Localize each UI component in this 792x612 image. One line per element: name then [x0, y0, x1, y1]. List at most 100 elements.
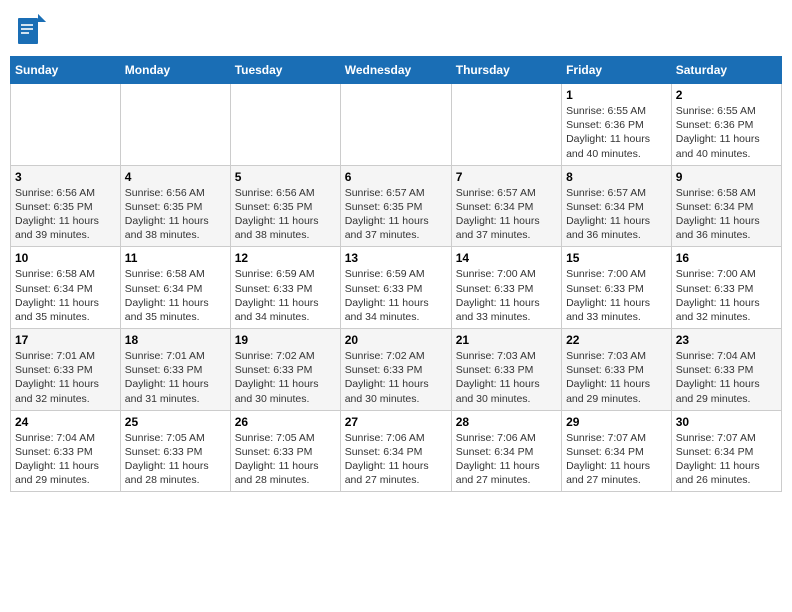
calendar-header-saturday: Saturday [671, 57, 781, 84]
calendar-cell: 1 Sunrise: 6:55 AMSunset: 6:36 PMDaylight… [562, 84, 672, 166]
day-number: 2 [676, 88, 777, 102]
calendar-cell: 13 Sunrise: 6:59 AMSunset: 6:33 PMDayligh… [340, 247, 451, 329]
day-number: 11 [125, 251, 226, 265]
calendar-header-sunday: Sunday [11, 57, 121, 84]
day-number: 8 [566, 170, 667, 184]
calendar-cell: 6Sunrise: 6:57 AMSunset: 6:35 PMDaylight… [340, 165, 451, 247]
day-number: 7 [456, 170, 557, 184]
calendar-cell [120, 84, 230, 166]
day-info: Sunrise: 7:00 AMSunset: 6:33 PMDaylight:… [456, 267, 557, 324]
day-number: 22 [566, 333, 667, 347]
calendar-header-tuesday: Tuesday [230, 57, 340, 84]
day-number: 15 [566, 251, 667, 265]
calendar-cell: 14 Sunrise: 7:00 AMSunset: 6:33 PMDayligh… [451, 247, 561, 329]
calendar-cell: 19 Sunrise: 7:02 AMSunset: 6:33 PMDayligh… [230, 329, 340, 411]
day-number: 21 [456, 333, 557, 347]
calendar-cell: 5 Sunrise: 6:56 AMSunset: 6:35 PMDaylight… [230, 165, 340, 247]
calendar-cell: 20 Sunrise: 7:02 AMSunset: 6:33 PMDayligh… [340, 329, 451, 411]
logo-icon [18, 14, 42, 44]
day-info: Sunrise: 7:00 AMSunset: 6:33 PMDaylight:… [566, 267, 667, 324]
calendar-cell: 23 Sunrise: 7:04 AMSunset: 6:33 PMDayligh… [671, 329, 781, 411]
day-info: Sunrise: 7:04 AMSunset: 6:33 PMDaylight:… [676, 349, 777, 406]
calendar-cell: 21 Sunrise: 7:03 AMSunset: 6:33 PMDayligh… [451, 329, 561, 411]
calendar-header-wednesday: Wednesday [340, 57, 451, 84]
day-info: Sunrise: 7:07 AMSunset: 6:34 PMDaylight:… [676, 431, 777, 488]
calendar-cell: 15 Sunrise: 7:00 AMSunset: 6:33 PMDayligh… [562, 247, 672, 329]
calendar-cell: 22 Sunrise: 7:03 AMSunset: 6:33 PMDayligh… [562, 329, 672, 411]
day-info: Sunrise: 7:04 AMSunset: 6:33 PMDaylight:… [15, 431, 116, 488]
day-info: Sunrise: 6:55 AMSunset: 6:36 PMDaylight:… [676, 104, 777, 161]
day-number: 29 [566, 415, 667, 429]
calendar-week-5: 24 Sunrise: 7:04 AMSunset: 6:33 PMDayligh… [11, 410, 782, 492]
calendar-cell: 17Sunrise: 7:01 AMSunset: 6:33 PMDayligh… [11, 329, 121, 411]
day-info: Sunrise: 7:06 AMSunset: 6:34 PMDaylight:… [456, 431, 557, 488]
calendar-cell: 24 Sunrise: 7:04 AMSunset: 6:33 PMDayligh… [11, 410, 121, 492]
day-info: Sunrise: 7:03 AMSunset: 6:33 PMDaylight:… [456, 349, 557, 406]
day-number: 25 [125, 415, 226, 429]
day-info: Sunrise: 6:57 AMSunset: 6:34 PMDaylight:… [566, 186, 667, 243]
calendar-cell: 27 Sunrise: 7:06 AMSunset: 6:34 PMDayligh… [340, 410, 451, 492]
day-info: Sunrise: 7:02 AMSunset: 6:33 PMDaylight:… [235, 349, 336, 406]
calendar-cell: 18Sunrise: 7:01 AMSunset: 6:33 PMDayligh… [120, 329, 230, 411]
day-number: 28 [456, 415, 557, 429]
day-number: 1 [566, 88, 667, 102]
calendar-table: SundayMondayTuesdayWednesdayThursdayFrid… [10, 56, 782, 492]
calendar-week-1: 1 Sunrise: 6:55 AMSunset: 6:36 PMDaylight… [11, 84, 782, 166]
day-info: Sunrise: 6:58 AMSunset: 6:34 PMDaylight:… [676, 186, 777, 243]
day-number: 16 [676, 251, 777, 265]
day-number: 12 [235, 251, 336, 265]
day-info: Sunrise: 6:59 AMSunset: 6:33 PMDaylight:… [345, 267, 447, 324]
calendar-cell: 16Sunrise: 7:00 AMSunset: 6:33 PMDayligh… [671, 247, 781, 329]
day-number: 27 [345, 415, 447, 429]
calendar-cell: 7 Sunrise: 6:57 AMSunset: 6:34 PMDaylight… [451, 165, 561, 247]
day-info: Sunrise: 7:05 AMSunset: 6:33 PMDaylight:… [125, 431, 226, 488]
calendar-cell [340, 84, 451, 166]
day-number: 20 [345, 333, 447, 347]
calendar-header-row: SundayMondayTuesdayWednesdayThursdayFrid… [11, 57, 782, 84]
page-header [10, 10, 782, 48]
day-info: Sunrise: 6:55 AMSunset: 6:36 PMDaylight:… [566, 104, 667, 161]
calendar-cell: 29 Sunrise: 7:07 AMSunset: 6:34 PMDayligh… [562, 410, 672, 492]
day-number: 23 [676, 333, 777, 347]
calendar-cell: 25 Sunrise: 7:05 AMSunset: 6:33 PMDayligh… [120, 410, 230, 492]
day-info: Sunrise: 7:05 AMSunset: 6:33 PMDaylight:… [235, 431, 336, 488]
day-info: Sunrise: 6:58 AMSunset: 6:34 PMDaylight:… [125, 267, 226, 324]
calendar-cell: 10Sunrise: 6:58 AMSunset: 6:34 PMDayligh… [11, 247, 121, 329]
day-number: 19 [235, 333, 336, 347]
day-info: Sunrise: 6:56 AMSunset: 6:35 PMDaylight:… [15, 186, 116, 243]
calendar-cell [11, 84, 121, 166]
day-number: 18 [125, 333, 226, 347]
day-info: Sunrise: 7:06 AMSunset: 6:34 PMDaylight:… [345, 431, 447, 488]
day-info: Sunrise: 6:56 AMSunset: 6:35 PMDaylight:… [235, 186, 336, 243]
calendar-cell [230, 84, 340, 166]
day-info: Sunrise: 6:57 AMSunset: 6:35 PMDaylight:… [345, 186, 447, 243]
day-info: Sunrise: 7:01 AMSunset: 6:33 PMDaylight:… [15, 349, 116, 406]
day-number: 14 [456, 251, 557, 265]
calendar-week-2: 3 Sunrise: 6:56 AMSunset: 6:35 PMDaylight… [11, 165, 782, 247]
day-info: Sunrise: 7:03 AMSunset: 6:33 PMDaylight:… [566, 349, 667, 406]
calendar-cell: 4Sunrise: 6:56 AMSunset: 6:35 PMDaylight… [120, 165, 230, 247]
calendar-cell: 9 Sunrise: 6:58 AMSunset: 6:34 PMDaylight… [671, 165, 781, 247]
day-number: 5 [235, 170, 336, 184]
day-info: Sunrise: 6:56 AMSunset: 6:35 PMDaylight:… [125, 186, 226, 243]
calendar-cell: 12Sunrise: 6:59 AMSunset: 6:33 PMDayligh… [230, 247, 340, 329]
logo [18, 14, 46, 44]
calendar-header-friday: Friday [562, 57, 672, 84]
day-number: 3 [15, 170, 116, 184]
calendar-cell: 28 Sunrise: 7:06 AMSunset: 6:34 PMDayligh… [451, 410, 561, 492]
day-number: 26 [235, 415, 336, 429]
calendar-cell: 2 Sunrise: 6:55 AMSunset: 6:36 PMDaylight… [671, 84, 781, 166]
calendar-cell: 3 Sunrise: 6:56 AMSunset: 6:35 PMDaylight… [11, 165, 121, 247]
day-number: 13 [345, 251, 447, 265]
calendar-cell: 8 Sunrise: 6:57 AMSunset: 6:34 PMDaylight… [562, 165, 672, 247]
day-info: Sunrise: 7:07 AMSunset: 6:34 PMDaylight:… [566, 431, 667, 488]
day-number: 30 [676, 415, 777, 429]
calendar-cell [451, 84, 561, 166]
day-info: Sunrise: 7:02 AMSunset: 6:33 PMDaylight:… [345, 349, 447, 406]
day-number: 24 [15, 415, 116, 429]
calendar-header-thursday: Thursday [451, 57, 561, 84]
calendar-week-3: 10Sunrise: 6:58 AMSunset: 6:34 PMDayligh… [11, 247, 782, 329]
calendar-cell: 30 Sunrise: 7:07 AMSunset: 6:34 PMDayligh… [671, 410, 781, 492]
day-number: 9 [676, 170, 777, 184]
day-info: Sunrise: 6:57 AMSunset: 6:34 PMDaylight:… [456, 186, 557, 243]
